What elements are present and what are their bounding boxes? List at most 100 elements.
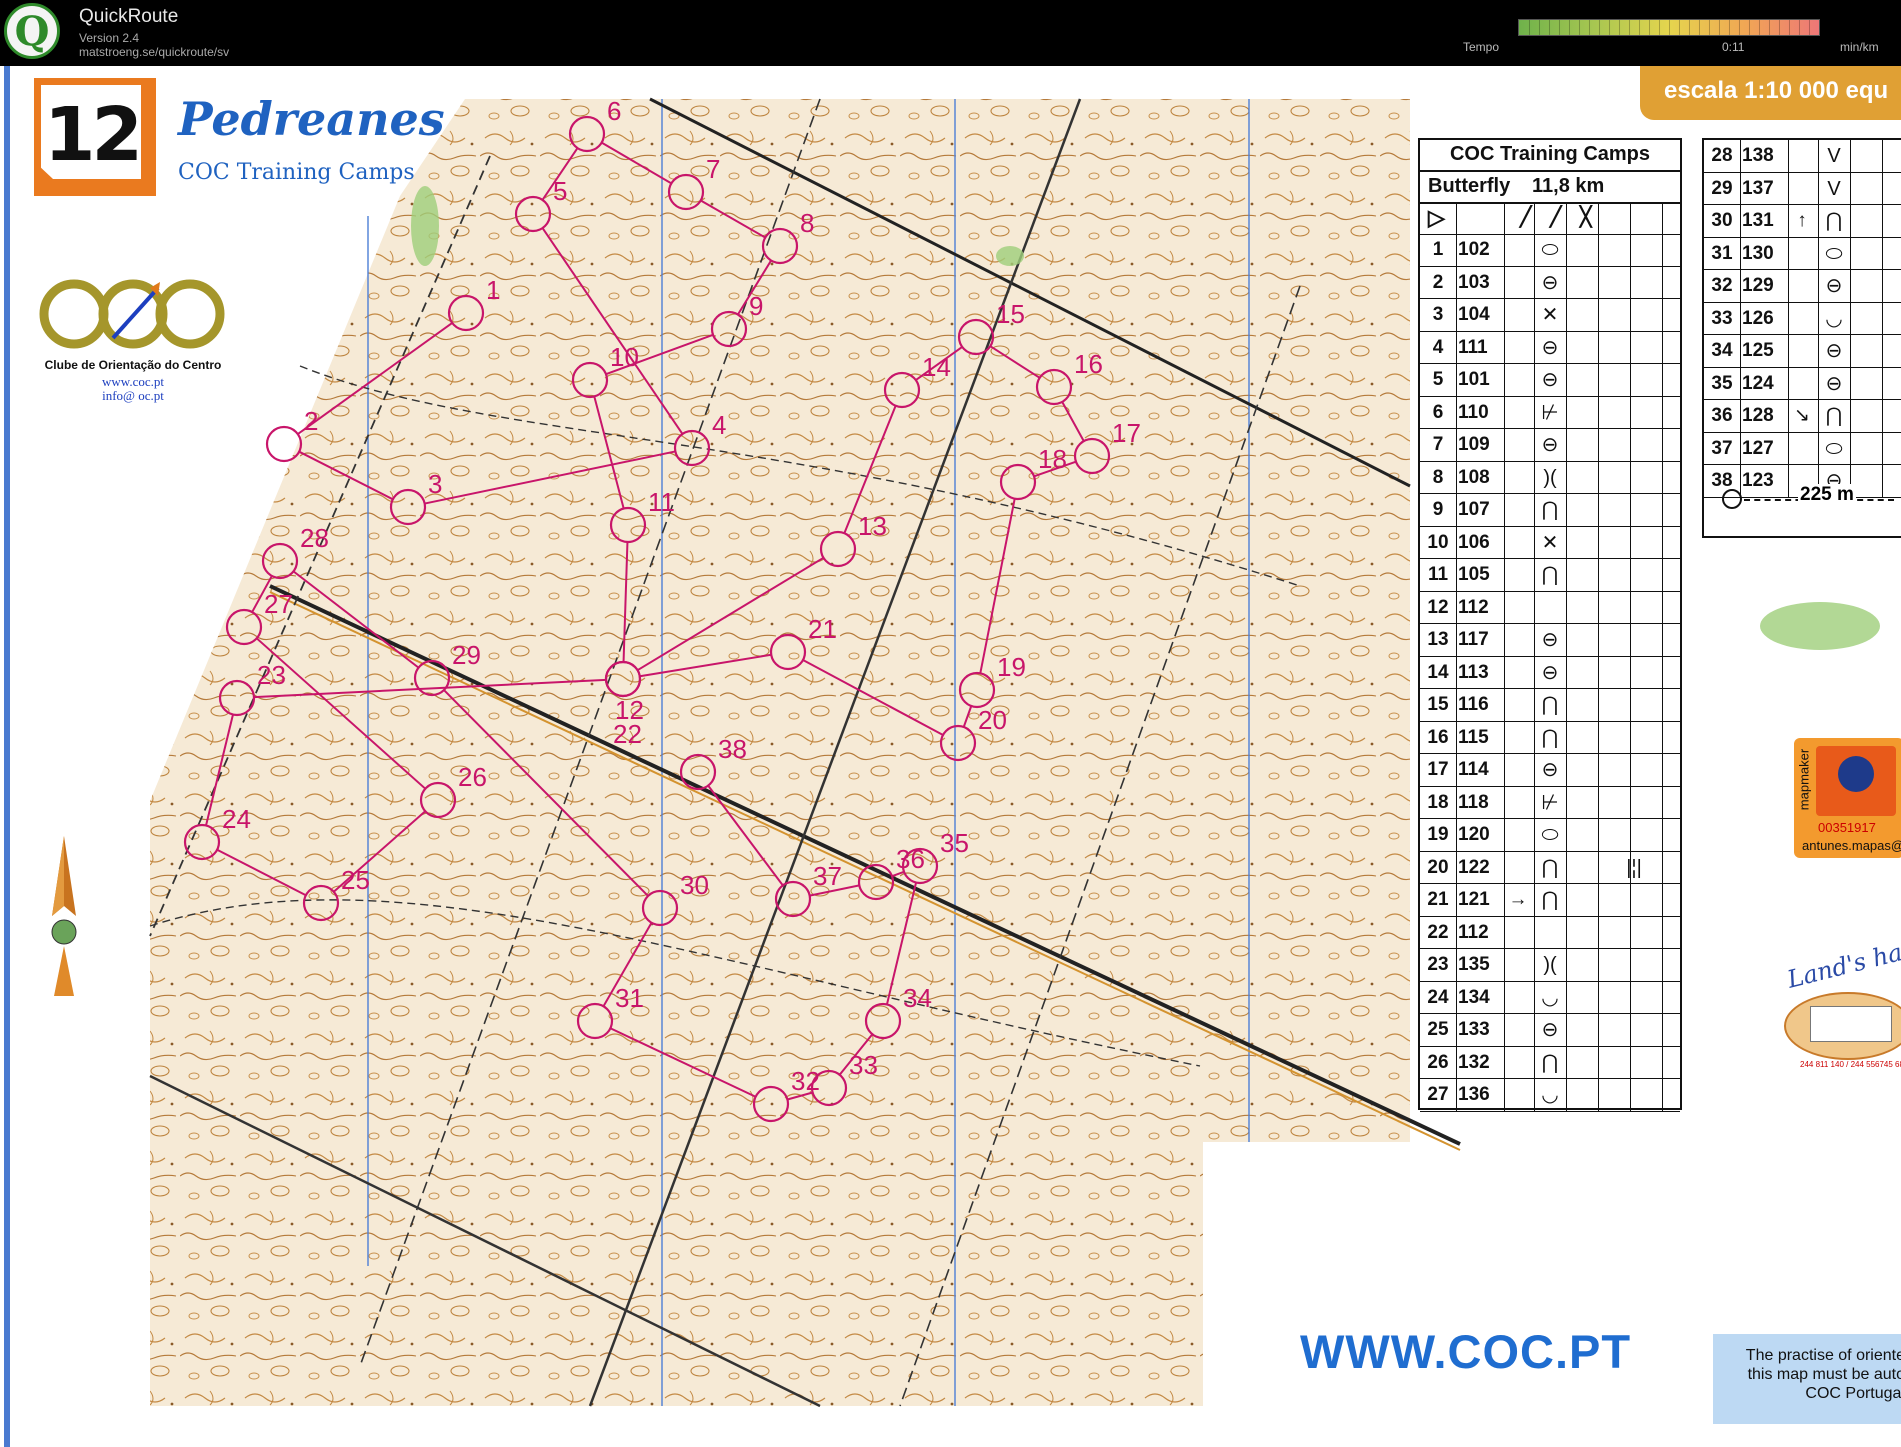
control-number-label: 30 — [680, 870, 709, 900]
control-feature-symbol: ⊖ — [1541, 661, 1559, 684]
control-row: 27 136 ◡ — [1420, 1079, 1680, 1112]
control-feature-symbol: ✕ — [1541, 304, 1559, 326]
finish-distance: 225 m — [1798, 484, 1856, 506]
control-code: 120 — [1458, 824, 1490, 845]
control-code: 102 — [1458, 239, 1490, 260]
control-number-label: 38 — [718, 734, 747, 764]
control-row: 28 138 V — [1704, 140, 1901, 173]
start-symbol: ▷ — [1428, 205, 1445, 230]
notice-line-2: this map must be auto — [1747, 1366, 1901, 1383]
control-feature-symbol: V — [1827, 177, 1841, 200]
control-number-label: 33 — [849, 1050, 878, 1080]
lands-hau-phone: 244 811 140 / 244 556745 6888 — [1800, 1060, 1901, 1069]
control-row: 7 109 ⊖ — [1420, 429, 1680, 462]
control-code: 118 — [1458, 791, 1489, 813]
notice-line-1: The practise of oriente — [1745, 1347, 1901, 1364]
control-row: 35 124 ⊖ — [1704, 368, 1901, 400]
control-row: 36 128 ↘ ⋂ — [1704, 400, 1901, 433]
course-length: 11,8 km — [1532, 175, 1605, 197]
control-number: 19 — [1427, 824, 1449, 845]
control-feature-symbol: ⬭ — [1825, 242, 1843, 265]
control-code: 103 — [1458, 271, 1490, 293]
control-number-label: 10 — [610, 342, 639, 372]
control-description-table-continued: 28 138 V 29 137 V 30 131 ↑ ⋂ 31 130 ⬭ 32 129 ⊖ 33 126 ◡ 34 1… — [1702, 138, 1901, 538]
control-row: 33 126 ◡ — [1704, 303, 1901, 335]
control-number: 26 — [1427, 1051, 1449, 1073]
control-number-label: 7 — [706, 154, 720, 184]
app-version: Version 2.4 — [79, 31, 140, 45]
control-number-label: 8 — [800, 208, 814, 238]
control-row: 12 112 — [1420, 592, 1680, 624]
control-number: 10 — [1427, 531, 1449, 553]
event-number-badge: 12 — [34, 78, 156, 196]
control-number: 20 — [1427, 856, 1449, 878]
control-number-label: 26 — [458, 762, 487, 792]
control-number: 5 — [1432, 369, 1444, 390]
control-number-label: 5 — [553, 176, 567, 206]
control-feature-symbol: ✕ — [1541, 531, 1559, 554]
control-row: 31 130 ⬭ — [1704, 238, 1901, 270]
control-code: 106 — [1458, 531, 1490, 553]
control-row: 6 110 ⊬ — [1420, 397, 1680, 429]
map-view[interactable]: 1 2 3 4 5 6 7 8 9 10 11 12 13 14 15 16 17 18 19 20 21 22 23 24 2… — [0, 66, 1901, 1447]
control-feature-symbol: ⊖ — [1825, 340, 1843, 362]
control-number: 25 — [1427, 1019, 1449, 1040]
quickroute-logo-icon: Q — [4, 3, 60, 59]
control-number: 16 — [1427, 726, 1449, 748]
control-number: 4 — [1432, 336, 1444, 358]
control-row: 11 105 ⋂ — [1420, 559, 1680, 592]
control-code: 107 — [1458, 499, 1490, 520]
control-feature-symbol: ⊖ — [1541, 434, 1559, 456]
table-title: COC Training Camps — [1420, 140, 1680, 172]
control-code: 121 — [1458, 889, 1490, 910]
control-number: 35 — [1711, 372, 1733, 394]
website-banner: WWW.COC.PT — [1300, 1325, 1632, 1378]
control-number-label: 1 — [486, 275, 500, 305]
control-number: 33 — [1711, 307, 1733, 329]
tempo-gradient-bar[interactable] — [1518, 19, 1820, 36]
control-number-label: 15 — [996, 299, 1025, 329]
mapmaker-email: antunes.mapas@ — [1802, 838, 1901, 853]
control-row: 13 117 ⊖ — [1420, 624, 1680, 657]
control-number: 7 — [1432, 434, 1444, 455]
control-row: 5 101 ⊖ — [1420, 364, 1680, 397]
control-number: 24 — [1427, 986, 1449, 1008]
control-code: 111 — [1458, 336, 1488, 358]
control-feature-symbol: ⊖ — [1541, 271, 1559, 294]
control-direction: → — [1508, 889, 1528, 910]
control-code: 122 — [1458, 856, 1490, 878]
tempo-label: Tempo — [1463, 40, 1500, 54]
control-code: 105 — [1458, 564, 1490, 585]
control-code: 137 — [1742, 177, 1774, 199]
header-symbol-3: ╳ — [1580, 207, 1592, 228]
control-number-label: 25 — [341, 865, 370, 895]
control-code: 131 — [1742, 210, 1774, 231]
control-code: 110 — [1458, 401, 1489, 423]
finish-circle-icon — [1722, 489, 1742, 509]
control-feature-symbol: ⬭ — [1825, 437, 1843, 460]
control-row: 23 135)( — [1420, 949, 1680, 982]
mapmaker-label: mapmaker — [1796, 748, 1812, 811]
control-code: 136 — [1458, 1084, 1490, 1105]
control-code: 115 — [1458, 726, 1489, 748]
control-row: 20 122 ⋂ |¦| — [1420, 852, 1680, 884]
control-number-label: 13 — [858, 511, 887, 541]
control-feature-symbol: ⋂ — [1541, 564, 1559, 586]
control-code: 104 — [1458, 304, 1490, 325]
control-number: 12 — [1427, 596, 1449, 618]
control-code: 132 — [1458, 1051, 1490, 1073]
control-number: 34 — [1711, 340, 1733, 361]
control-number-label: 20 — [978, 705, 1007, 735]
control-direction: ↘ — [1794, 405, 1810, 426]
control-code: 138 — [1742, 145, 1774, 166]
control-number: 21 — [1427, 889, 1449, 910]
control-row: 37 127 ⬭ — [1704, 433, 1901, 465]
coc-club-logo-icon — [39, 279, 225, 349]
control-row: 4 111 ⊖ — [1420, 332, 1680, 364]
control-number: 2 — [1432, 271, 1444, 293]
control-number: 8 — [1432, 466, 1444, 488]
control-feature-symbol: ⋂ — [1541, 1051, 1559, 1074]
control-number: 13 — [1427, 629, 1449, 650]
control-feature-symbol: ⬭ — [1541, 824, 1559, 846]
control-feature-symbol: ⊖ — [1541, 1019, 1559, 1041]
